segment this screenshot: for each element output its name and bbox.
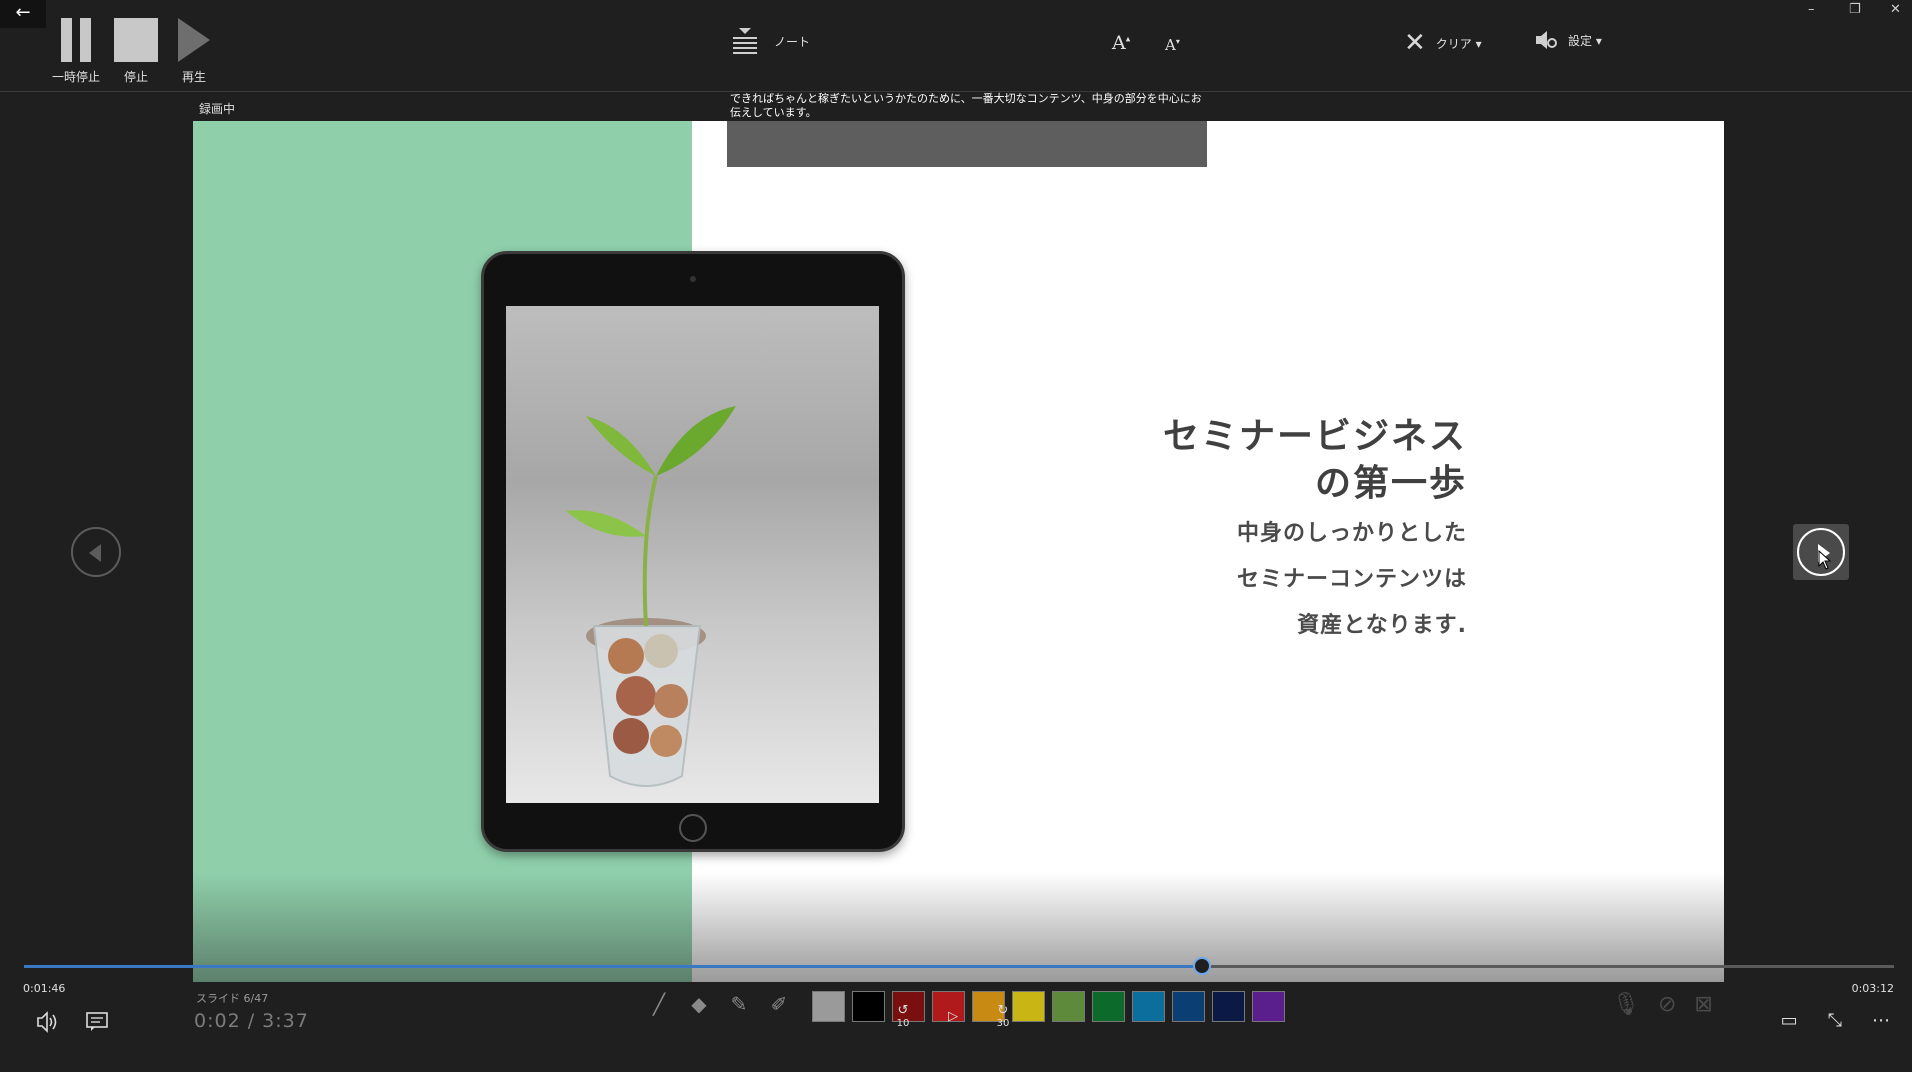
pause-icon xyxy=(48,16,104,64)
slide-counter: スライド 6/47 xyxy=(196,992,269,1005)
stop-button[interactable]: 停止 xyxy=(108,16,164,85)
rewind-10-button[interactable]: ↺ 10 xyxy=(890,1003,916,1029)
pen-color-swatch[interactable] xyxy=(1252,991,1285,1022)
pen-color-swatches xyxy=(812,991,1285,1022)
slide-body-line3: 資産となります. xyxy=(1297,613,1467,638)
recording-options: 🎙︎ ⊘ ⊠ xyxy=(1612,992,1713,1017)
pen-tools: ╱ ◆ ✎ ✐ xyxy=(645,990,793,1018)
pen-color-swatch[interactable] xyxy=(1092,991,1125,1022)
tablet-camera xyxy=(690,276,696,282)
picture-in-picture-icon[interactable]: ▭ xyxy=(1781,1010,1798,1031)
bottom-right-controls: ▭ ⤡ ⋯ xyxy=(1781,1010,1890,1031)
laser-pointer-icon[interactable]: ╱ xyxy=(645,990,673,1018)
slide-title-line2: の第一歩 xyxy=(1314,463,1467,504)
timeline-scrubber[interactable] xyxy=(1193,957,1212,975)
restore-button[interactable]: ❐ xyxy=(1849,2,1861,17)
mouse-cursor-icon xyxy=(1818,550,1832,570)
timeline-track[interactable] xyxy=(24,957,1894,975)
notes-icon xyxy=(733,28,757,54)
pen-color-swatch[interactable] xyxy=(1172,991,1205,1022)
pen-color-swatch[interactable] xyxy=(1052,991,1085,1022)
camera-preview-off-icon[interactable]: ⊠ xyxy=(1694,992,1712,1017)
font-decrease-button[interactable]: A▾ xyxy=(1165,36,1180,54)
pause-label: 一時停止 xyxy=(51,70,100,84)
top-toolbar: ← 一時停止 停止 再生 ノート A▴ A▾ ✕ クリア ▾ 設定 ▾ – ❐ … xyxy=(0,0,1912,92)
slide-body: 中身のしっかりとした セミナーコンテンツは 資産となります. xyxy=(1237,511,1467,649)
back-arrow-icon[interactable]: ← xyxy=(0,0,46,28)
notes-button[interactable]: ノート xyxy=(730,26,810,56)
captions-button[interactable] xyxy=(86,1012,108,1037)
slide-title-line1: セミナービジネス xyxy=(1162,416,1467,457)
pen-color-swatch[interactable] xyxy=(812,991,845,1022)
slide-title: セミナービジネス の第一歩 xyxy=(1163,413,1467,507)
pen-color-swatch[interactable] xyxy=(852,991,885,1022)
minimize-button[interactable]: – xyxy=(1808,2,1815,17)
exit-fullscreen-icon[interactable]: ⤡ xyxy=(1828,1010,1842,1031)
stop-label: 停止 xyxy=(123,70,148,84)
plant-coins-photo xyxy=(506,306,879,803)
font-decrease-icon: A xyxy=(1165,36,1176,54)
play-pause-button[interactable]: ▷ xyxy=(940,1009,966,1024)
timeline-end-time: 0:03:12 xyxy=(1851,982,1894,995)
microphone-icon[interactable]: 🎙︎ xyxy=(1612,992,1640,1017)
eraser-icon[interactable]: ◆ xyxy=(685,990,713,1018)
tablet-image xyxy=(481,251,905,852)
pen-icon[interactable]: ✎ xyxy=(725,990,753,1018)
elapsed-time: 0:02 / 3:37 xyxy=(194,1010,309,1032)
slide-body-line2: セミナーコンテンツは xyxy=(1236,567,1467,592)
highlighter-icon[interactable]: ✐ xyxy=(765,990,793,1018)
forward-icon: ↻ xyxy=(997,1003,1009,1018)
camera-off-icon[interactable]: ⊘ xyxy=(1658,992,1676,1017)
rewind-icon: ↺ xyxy=(897,1003,909,1018)
font-increase-button[interactable]: A▴ xyxy=(1112,32,1130,54)
stop-icon xyxy=(108,16,164,64)
forward-label: 30 xyxy=(996,1018,1010,1029)
recording-status: 録画中 xyxy=(199,102,236,116)
audio-settings-icon xyxy=(1536,31,1557,49)
play-outline-icon: ▷ xyxy=(948,1008,958,1024)
settings-button[interactable]: 設定 ▾ xyxy=(1534,28,1602,52)
play-label: 再生 xyxy=(181,70,206,84)
more-options-icon[interactable]: ⋯ xyxy=(1872,1010,1890,1031)
slide-body-line1: 中身のしっかりとした xyxy=(1236,521,1467,546)
clear-x-icon: ✕ xyxy=(1404,28,1426,58)
pen-color-swatch[interactable] xyxy=(1012,991,1045,1022)
slide-canvas: セミナービジネス の第一歩 中身のしっかりとした セミナーコンテンツは 資産とな… xyxy=(193,121,1724,982)
timeline-progress xyxy=(24,965,1203,968)
speaker-notes-box xyxy=(727,121,1207,167)
play-button[interactable]: 再生 xyxy=(166,16,222,85)
playback-controls: ↺ 10 ▷ ↻ 30 xyxy=(890,1003,1016,1029)
clear-label: クリア ▾ xyxy=(1435,36,1482,51)
pen-color-swatch[interactable] xyxy=(1132,991,1165,1022)
timeline-start-time: 0:01:46 xyxy=(23,982,66,995)
font-increase-icon: A xyxy=(1112,32,1126,54)
tablet-home-button xyxy=(679,814,707,842)
play-icon xyxy=(166,16,222,64)
pause-button[interactable]: 一時停止 xyxy=(48,16,104,85)
captions-icon xyxy=(86,1012,108,1031)
volume-button[interactable] xyxy=(36,1011,60,1038)
forward-30-button[interactable]: ↻ 30 xyxy=(990,1003,1016,1029)
rewind-label: 10 xyxy=(896,1018,910,1029)
settings-label: 設定 ▾ xyxy=(1568,33,1602,48)
speaker-notes-text: できればちゃんと稼ぎたいというかたのために、一番大切なコンテンツ、中身の部分を中… xyxy=(730,92,1202,119)
volume-icon xyxy=(37,1011,57,1033)
close-button[interactable]: ✕ xyxy=(1890,2,1901,17)
pen-color-swatch[interactable] xyxy=(1212,991,1245,1022)
previous-slide-button[interactable] xyxy=(71,527,121,577)
clear-button[interactable]: ✕ クリア ▾ xyxy=(1404,28,1482,58)
notes-label: ノート xyxy=(774,34,811,49)
